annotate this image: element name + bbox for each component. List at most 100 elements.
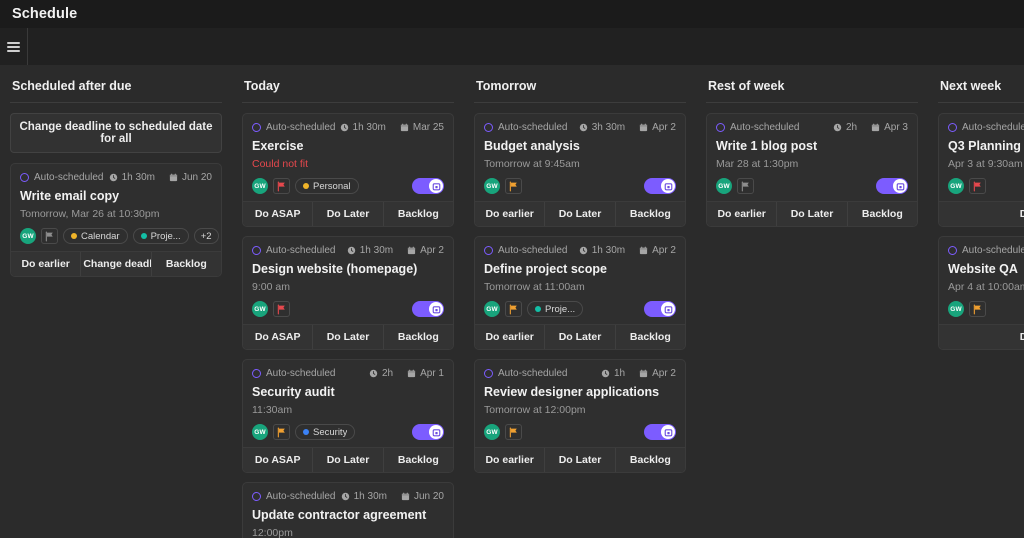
menu-button[interactable] [0,28,28,65]
card-action-button[interactable]: Backlog [616,325,685,349]
card-action-button[interactable]: Do Later [545,448,615,472]
auto-schedule-ring-icon [252,369,261,378]
avatar[interactable]: GW [252,301,268,317]
auto-schedule-ring-icon [948,123,957,132]
card-action-button[interactable]: Do earlier [939,325,1024,349]
avatar[interactable]: GW [484,301,500,317]
task-card[interactable]: Auto-scheduled1h 30mMar 25ExerciseCould … [242,113,454,227]
task-duration-label: 3h 30m [592,122,625,133]
calendar-sync-toggle[interactable] [876,178,908,194]
priority-flag-icon[interactable] [505,301,522,317]
card-action-button[interactable]: Backlog [616,202,685,226]
calendar-sync-toggle[interactable] [412,424,444,440]
app-toolbar [0,28,1024,65]
auto-scheduled-label: Auto-scheduled [266,245,336,256]
card-action-button[interactable]: Do earlier [475,202,545,226]
card-action-button[interactable]: Do earlier [11,252,81,276]
task-deadline-label: Apr 2 [652,245,676,256]
more-tags-badge[interactable]: +2 [194,228,219,244]
card-action-button[interactable]: Do Later [777,202,847,226]
card-action-button[interactable]: Backlog [616,448,685,472]
hamburger-menu-icon[interactable] [7,42,20,52]
column-tomorrow: Tomorrow Auto-scheduled3h 30mApr 2Budget … [464,65,696,538]
task-deadline: Apr 2 [407,245,444,256]
card-action-button[interactable]: Backlog [384,202,453,226]
priority-flag-icon[interactable] [505,424,522,440]
priority-flag-icon[interactable] [969,178,986,194]
clock-icon [369,369,378,378]
calendar-icon [400,123,409,132]
auto-scheduled-status: Auto-scheduled [252,491,341,502]
priority-flag-icon[interactable] [273,424,290,440]
task-card-actions: Do earlierDo LaterBacklog [475,447,685,472]
calendar-sync-toggle[interactable] [644,424,676,440]
card-action-button[interactable]: Backlog [848,202,917,226]
card-action-button[interactable]: Do Later [545,202,615,226]
card-action-button[interactable]: Do Later [313,202,383,226]
task-card[interactable]: Auto-scheduled1h 30mJun 20Update contrac… [242,482,454,538]
change-deadline-for-all-button[interactable]: Change deadline to scheduled date for al… [10,113,222,153]
card-action-button[interactable]: Change deadline [81,252,151,276]
task-tag[interactable]: Personal [295,178,359,194]
calendar-sync-toggle[interactable] [644,178,676,194]
card-action-button[interactable]: Do earlier [707,202,777,226]
clock-icon [341,492,350,501]
avatar[interactable]: GW [716,178,732,194]
calendar-sync-toggle[interactable] [412,301,444,317]
card-action-button[interactable]: Backlog [152,252,221,276]
priority-flag-icon[interactable] [505,178,522,194]
task-card-meta: Auto-scheduled3h 30mApr 2 [484,122,676,133]
avatar[interactable]: GW [484,424,500,440]
card-action-button[interactable]: Do ASAP [243,448,313,472]
task-chips-row: GW [948,178,1024,194]
card-action-button[interactable]: Backlog [384,325,453,349]
task-chips-row: GW Personal [252,178,444,194]
priority-flag-icon[interactable] [273,178,290,194]
column-header-tomorrow: Tomorrow [474,79,686,102]
auto-schedule-ring-icon [484,123,493,132]
card-action-button[interactable]: Do ASAP [243,325,313,349]
card-action-button[interactable]: Do Later [545,325,615,349]
task-card[interactable]: Auto-scheduled1h 30mApr 2Design website … [242,236,454,350]
task-schedule-time: Mar 28 at 1:30pm [716,158,908,170]
task-card-actions: Do earlier [939,201,1024,226]
task-tag[interactable]: Security [295,424,355,440]
avatar[interactable]: GW [252,178,268,194]
task-card[interactable]: Auto-scheduled1h 30mJun 20Write email co… [10,163,222,277]
task-card[interactable]: Auto-scheduledWebsite QAApr 4 at 10:00am… [938,236,1024,350]
avatar[interactable]: GW [252,424,268,440]
column-divider [474,102,686,103]
task-tag[interactable]: Proje... [527,301,583,317]
calendar-sync-toggle[interactable] [412,178,444,194]
card-action-button[interactable]: Backlog [384,448,453,472]
card-action-button[interactable]: Do Later [313,325,383,349]
priority-flag-icon[interactable] [273,301,290,317]
card-action-button[interactable]: Do Later [313,448,383,472]
task-card-body: Auto-scheduled1hApr 2Review designer app… [475,360,685,447]
card-action-button[interactable]: Do earlier [939,202,1024,226]
card-action-button[interactable]: Do earlier [475,448,545,472]
task-card[interactable]: Auto-scheduled2hApr 1Security audit11:30… [242,359,454,473]
clock-icon [833,123,842,132]
task-card-actions: Do earlierChange deadlineBacklog [11,251,221,276]
task-card[interactable]: Auto-scheduled2hApr 3Write 1 blog postMa… [706,113,918,227]
task-duration-label: 1h 30m [360,245,393,256]
avatar[interactable]: GW [948,301,964,317]
card-action-button[interactable]: Do ASAP [243,202,313,226]
task-tag[interactable]: Calendar [63,228,128,244]
priority-flag-icon[interactable] [737,178,754,194]
task-card[interactable]: Auto-scheduled1h 30mApr 2Define project … [474,236,686,350]
task-tag[interactable]: Proje... [133,228,189,244]
avatar[interactable]: GW [20,228,36,244]
priority-flag-icon[interactable] [41,228,58,244]
toggle-knob-calendar-icon [429,302,443,316]
avatar[interactable]: GW [948,178,964,194]
task-card[interactable]: Auto-scheduled1hApr 2Review designer app… [474,359,686,473]
calendar-sync-toggle[interactable] [644,301,676,317]
task-card[interactable]: Auto-scheduled3h 30mApr 2Budget analysis… [474,113,686,227]
priority-flag-icon[interactable] [969,301,986,317]
card-action-button[interactable]: Do earlier [475,325,545,349]
task-card-body: Auto-scheduled1h 30mJun 20Update contrac… [243,483,453,538]
avatar[interactable]: GW [484,178,500,194]
task-card[interactable]: Auto-scheduledQ3 PlanningApr 3 at 9:30am… [938,113,1024,227]
